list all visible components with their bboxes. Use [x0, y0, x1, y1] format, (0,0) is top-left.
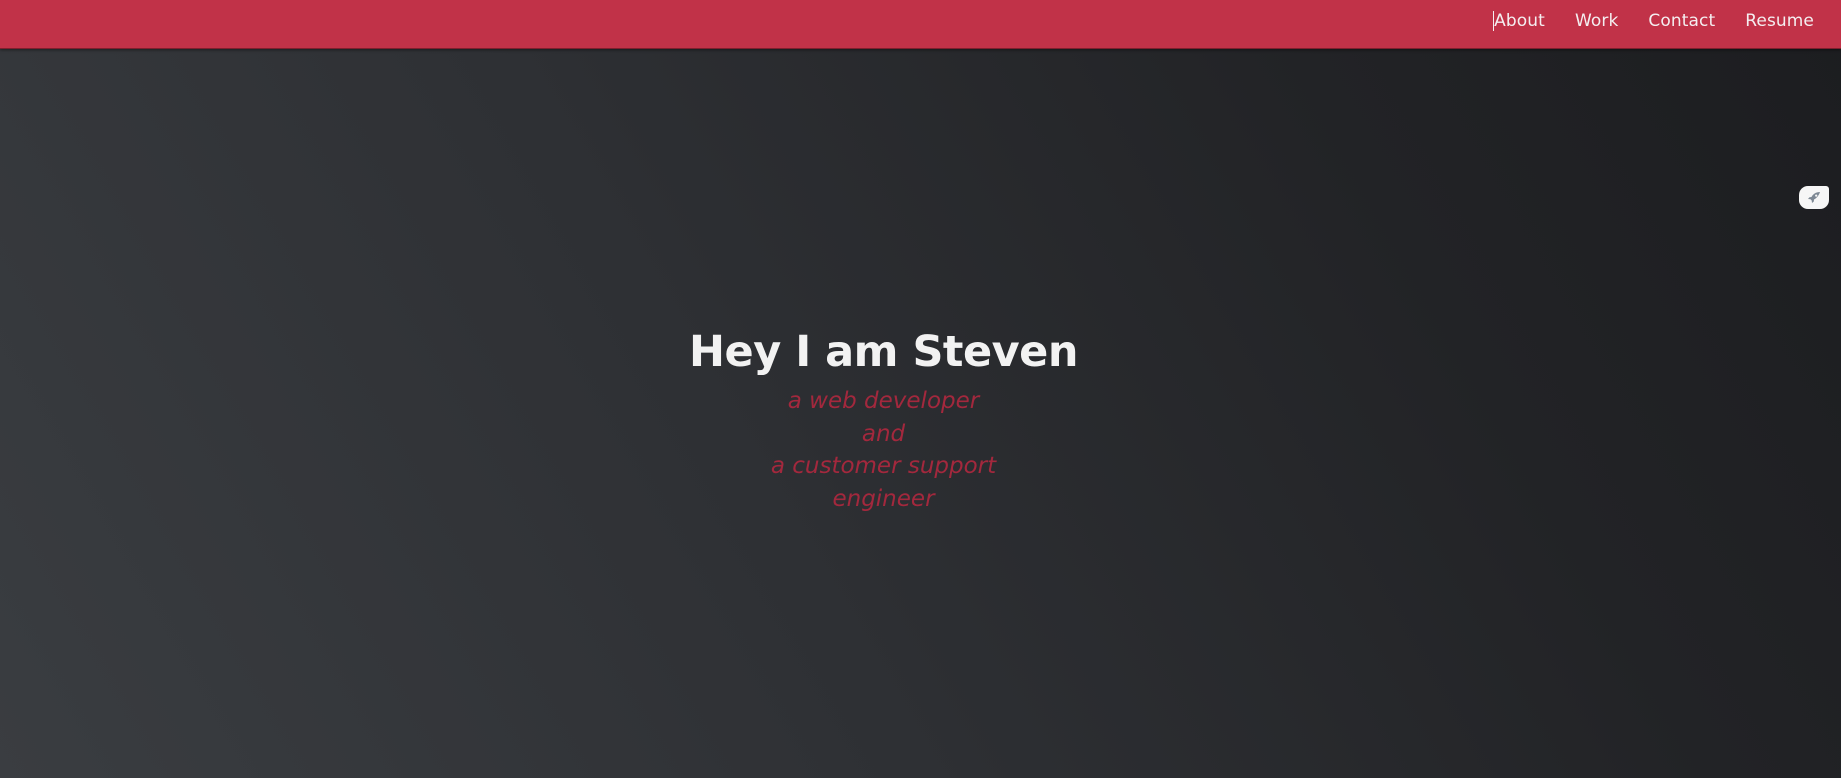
rocket-icon: [1808, 191, 1820, 203]
hero-subtitle-line: and: [861, 420, 906, 447]
nav-link-contact[interactable]: Contact: [1648, 11, 1715, 31]
nav-link-resume[interactable]: Resume: [1745, 11, 1814, 31]
rocket-widget-button[interactable]: [1799, 186, 1829, 209]
nav-link-about[interactable]: About: [1493, 11, 1545, 31]
hero-section: Hey I am Steven a web developer and a cu…: [0, 322, 1767, 515]
hero-subtitle-line: a customer support: [770, 453, 997, 479]
nav-menu: About Work Contact Resume: [1493, 0, 1814, 42]
hero-title: Hey I am Steven: [689, 327, 1078, 377]
hero-subtitle-line: a web developer: [787, 388, 980, 414]
top-navbar: About Work Contact Resume: [0, 0, 1841, 49]
hero-subtitle-line: engineer: [832, 485, 935, 512]
nav-link-work[interactable]: Work: [1575, 11, 1618, 31]
hero-subtitle: a web developer and a customer support e…: [0, 385, 1767, 515]
